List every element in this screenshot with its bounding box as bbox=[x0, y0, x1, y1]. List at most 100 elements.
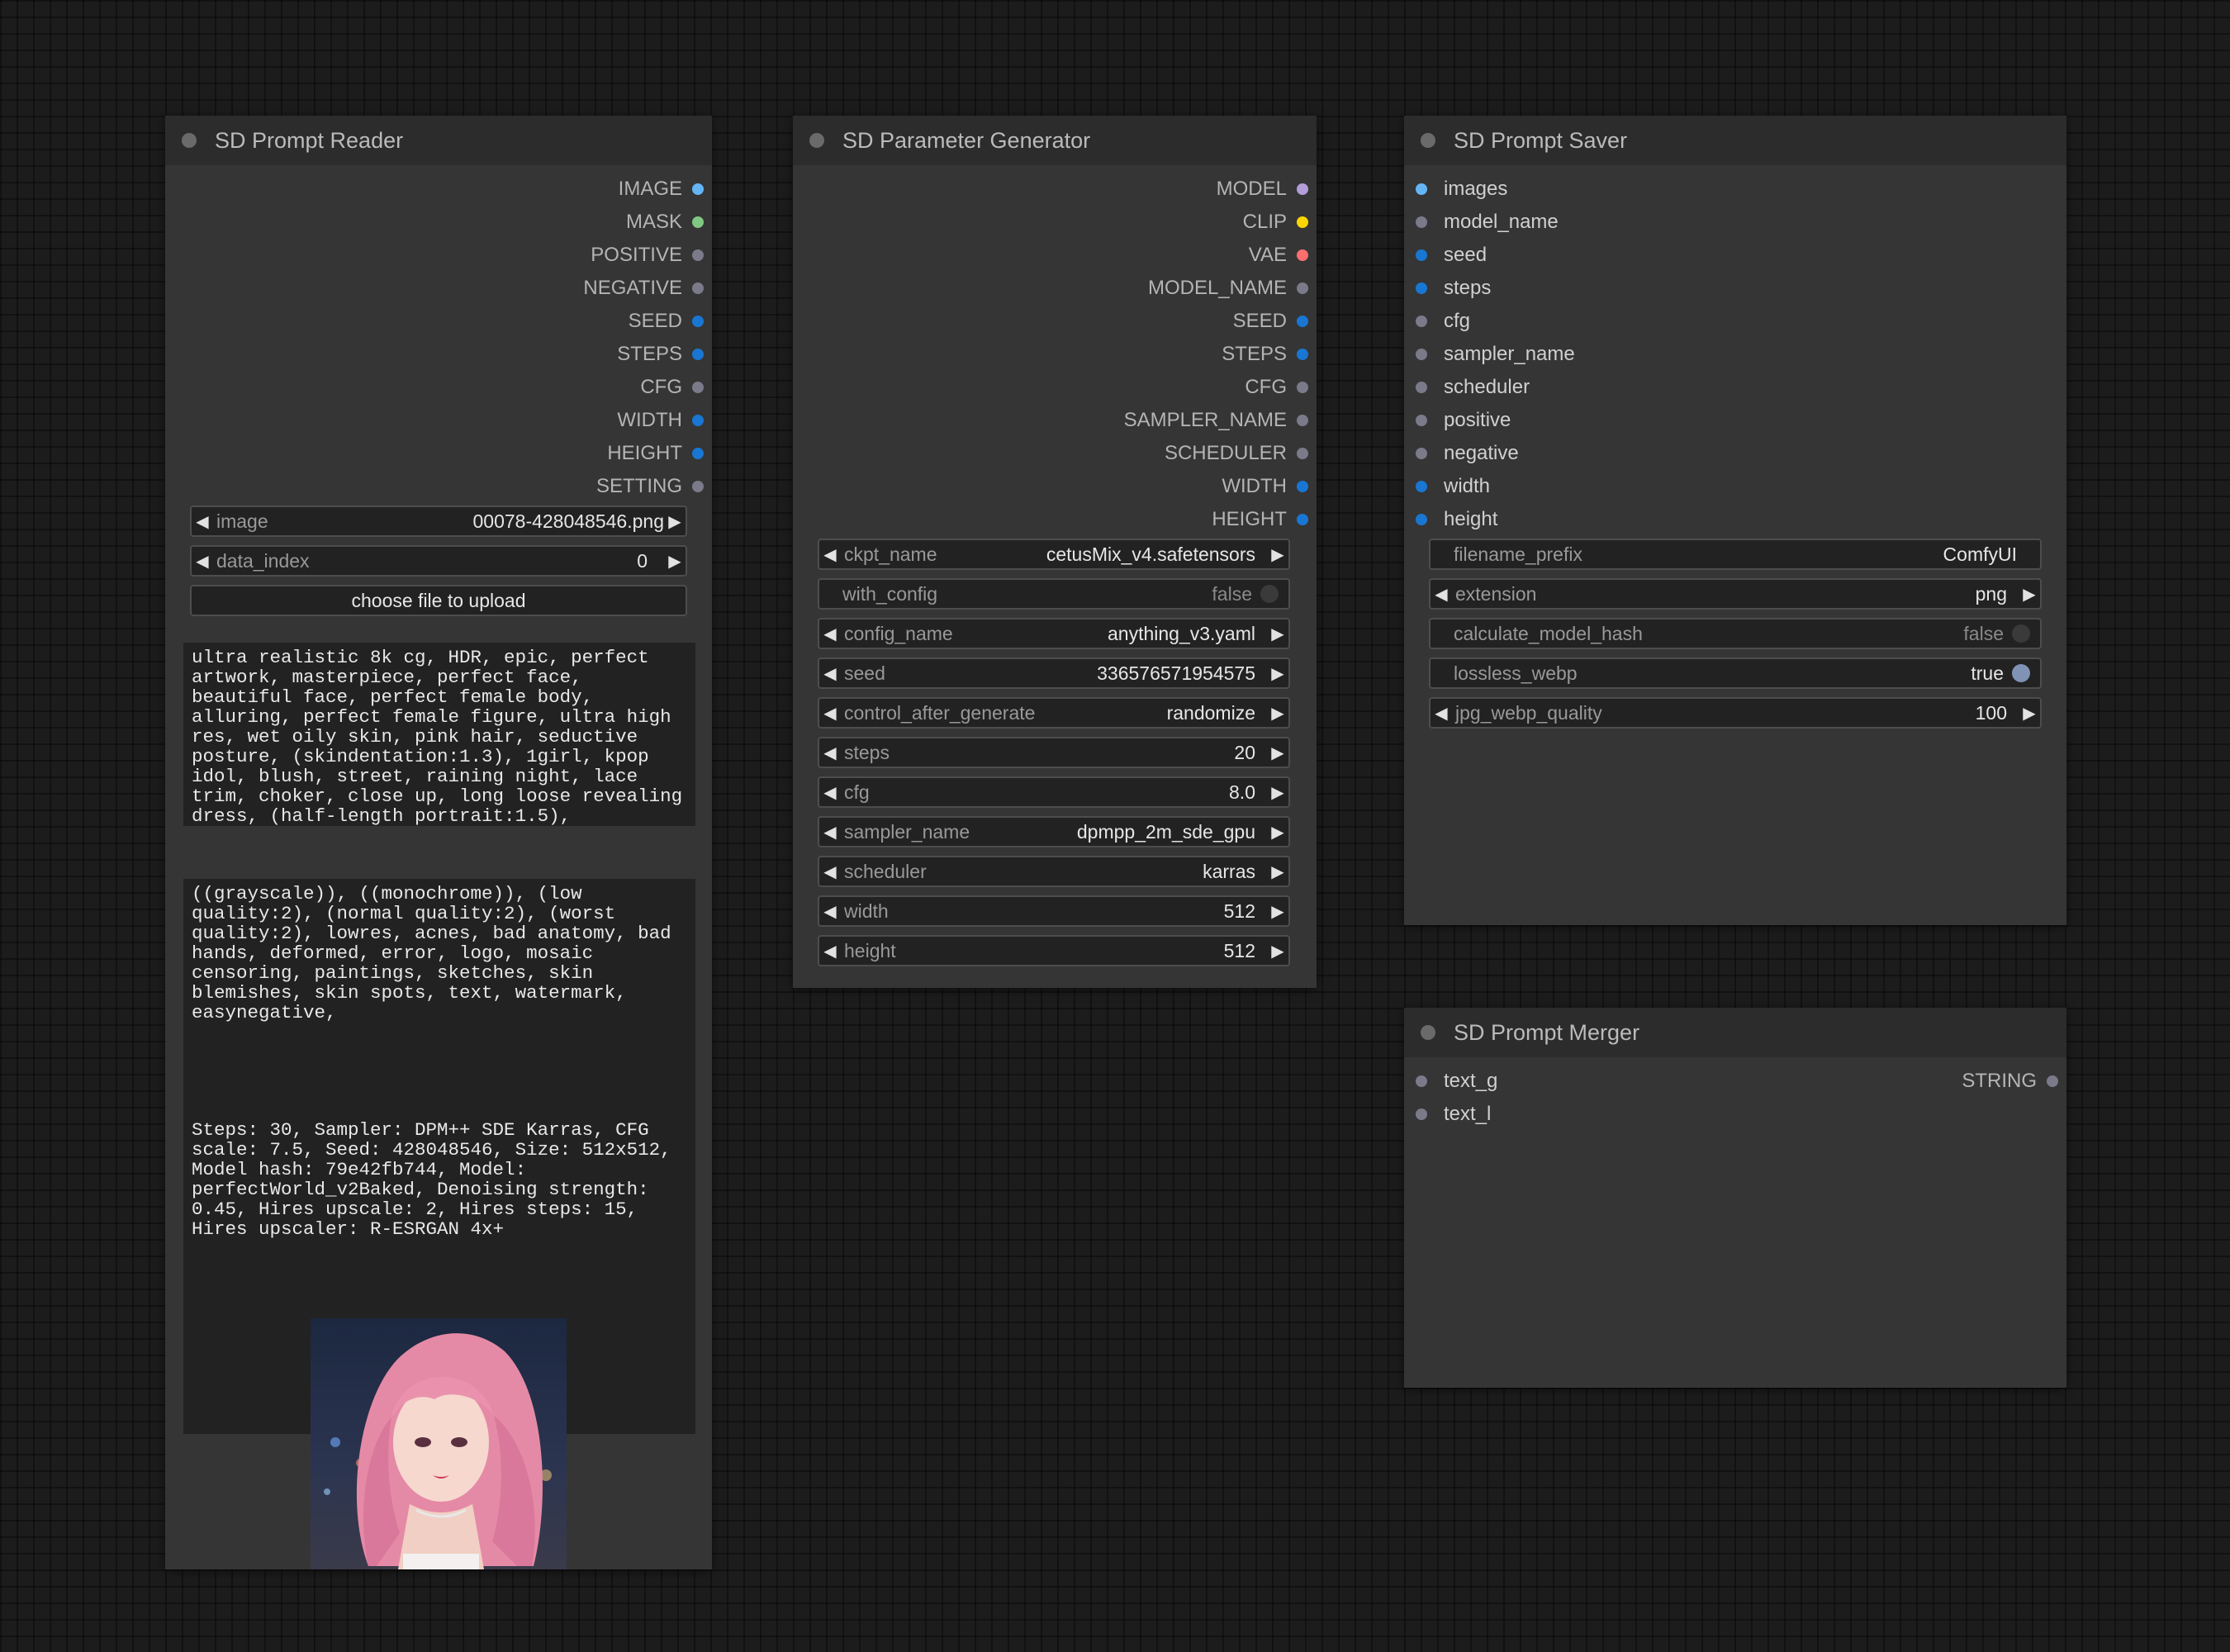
output-dot-icon[interactable] bbox=[2047, 1075, 2058, 1087]
output-dot-icon[interactable] bbox=[692, 216, 704, 228]
input-slot-height[interactable]: height bbox=[1416, 507, 1497, 532]
arrow-right-icon[interactable]: ▶ bbox=[1267, 663, 1288, 684]
output-dot-icon[interactable] bbox=[692, 382, 704, 393]
output-dot-icon[interactable] bbox=[692, 415, 704, 426]
arrow-right-icon[interactable]: ▶ bbox=[1267, 544, 1288, 565]
data-index-stepper[interactable]: ◀ data_index 0 ▶ bbox=[190, 545, 687, 577]
arrow-right-icon[interactable]: ▶ bbox=[664, 511, 686, 532]
output-slot-image[interactable]: IMAGE bbox=[619, 177, 704, 202]
output-dot-icon[interactable] bbox=[692, 316, 704, 327]
input-slot-cfg[interactable]: cfg bbox=[1416, 309, 1470, 334]
output-slot-setting[interactable]: SETTING bbox=[596, 474, 704, 499]
input-slot-sampler-name[interactable]: sampler_name bbox=[1416, 342, 1575, 367]
output-slot-width[interactable]: WIDTH bbox=[617, 408, 704, 433]
input-dot-icon[interactable] bbox=[1416, 249, 1427, 261]
output-dot-icon[interactable] bbox=[1297, 415, 1308, 426]
lossless-webp-widget[interactable]: lossless_webp true bbox=[1429, 657, 2042, 689]
steps-widget[interactable]: ◀ steps 20 ▶ bbox=[818, 737, 1290, 768]
input-slot-steps[interactable]: steps bbox=[1416, 276, 1491, 301]
output-dot-icon[interactable] bbox=[1297, 316, 1308, 327]
input-dot-icon[interactable] bbox=[1416, 382, 1427, 393]
arrow-left-icon[interactable]: ◀ bbox=[819, 862, 841, 882]
output-slot-negative[interactable]: NEGATIVE bbox=[583, 276, 704, 301]
input-dot-icon[interactable] bbox=[1416, 183, 1427, 195]
input-slot-model-name[interactable]: model_name bbox=[1416, 210, 1559, 235]
input-dot-icon[interactable] bbox=[1416, 1075, 1427, 1087]
input-dot-icon[interactable] bbox=[1416, 316, 1427, 327]
output-slot-seed[interactable]: SEED bbox=[1233, 309, 1308, 334]
input-dot-icon[interactable] bbox=[1416, 216, 1427, 228]
output-slot-scheduler[interactable]: SCHEDULER bbox=[1165, 441, 1308, 466]
input-dot-icon[interactable] bbox=[1416, 349, 1427, 360]
input-slot-seed[interactable]: seed bbox=[1416, 243, 1487, 268]
collapse-dot-icon[interactable] bbox=[1421, 1025, 1435, 1040]
arrow-left-icon[interactable]: ◀ bbox=[1431, 703, 1452, 724]
output-slot-height[interactable]: HEIGHT bbox=[607, 441, 704, 466]
upload-button[interactable]: choose file to upload bbox=[190, 585, 687, 616]
input-slot-negative[interactable]: negative bbox=[1416, 441, 1519, 466]
input-slot-width[interactable]: width bbox=[1416, 474, 1490, 499]
output-dot-icon[interactable] bbox=[1297, 249, 1308, 261]
sd-prompt-reader-node[interactable]: SD Prompt Reader IMAGE MASK POSITIVE NEGATI… bbox=[165, 116, 712, 1569]
input-slot-images[interactable]: images bbox=[1416, 177, 1507, 202]
height-widget[interactable]: ◀ height 512 ▶ bbox=[818, 935, 1290, 966]
scheduler-widget[interactable]: ◀ scheduler karras ▶ bbox=[818, 856, 1290, 887]
sd-parameter-generator-node[interactable]: SD Parameter Generator MODEL CLIP VAE MODEL… bbox=[793, 116, 1317, 988]
output-dot-icon[interactable] bbox=[1297, 282, 1308, 294]
output-dot-icon[interactable] bbox=[1297, 183, 1308, 195]
toggle-knob-icon[interactable] bbox=[1260, 585, 1279, 603]
arrow-left-icon[interactable]: ◀ bbox=[819, 901, 841, 922]
extension-widget[interactable]: ◀ extension png ▶ bbox=[1429, 578, 2042, 610]
input-slot-text-g[interactable]: text_g bbox=[1416, 1069, 1497, 1094]
output-slot-string[interactable]: STRING bbox=[1962, 1069, 2058, 1094]
arrow-right-icon[interactable]: ▶ bbox=[1267, 703, 1288, 724]
collapse-dot-icon[interactable] bbox=[809, 133, 824, 148]
arrow-right-icon[interactable]: ▶ bbox=[1267, 822, 1288, 843]
sd-prompt-merger-node[interactable]: SD Prompt Merger text_g text_l STRING bbox=[1404, 1008, 2066, 1388]
arrow-right-icon[interactable]: ▶ bbox=[2019, 703, 2040, 724]
arrow-right-icon[interactable]: ▶ bbox=[2019, 584, 2040, 605]
arrow-left-icon[interactable]: ◀ bbox=[819, 782, 841, 803]
output-slot-seed[interactable]: SEED bbox=[629, 309, 704, 334]
output-slot-steps[interactable]: STEPS bbox=[1222, 342, 1308, 367]
config-name-widget[interactable]: ◀ config_name anything_v3.yaml ▶ bbox=[818, 618, 1290, 649]
collapse-dot-icon[interactable] bbox=[1421, 133, 1435, 148]
output-dot-icon[interactable] bbox=[1297, 382, 1308, 393]
positive-prompt-textarea[interactable]: ultra realistic 8k cg, HDR, epic, perfec… bbox=[183, 643, 695, 826]
calculate-model-hash-widget[interactable]: calculate_model_hash false bbox=[1429, 618, 2042, 649]
arrow-left-icon[interactable]: ◀ bbox=[192, 551, 213, 572]
arrow-left-icon[interactable]: ◀ bbox=[819, 941, 841, 961]
arrow-right-icon[interactable]: ▶ bbox=[1267, 782, 1288, 803]
output-dot-icon[interactable] bbox=[692, 249, 704, 261]
arrow-left-icon[interactable]: ◀ bbox=[819, 663, 841, 684]
output-dot-icon[interactable] bbox=[1297, 216, 1308, 228]
output-dot-icon[interactable] bbox=[692, 448, 704, 459]
output-slot-clip[interactable]: CLIP bbox=[1243, 210, 1308, 235]
output-dot-icon[interactable] bbox=[1297, 448, 1308, 459]
node-header[interactable]: SD Prompt Merger bbox=[1404, 1008, 2066, 1057]
sampler-name-widget[interactable]: ◀ sampler_name dpmpp_2m_sde_gpu ▶ bbox=[818, 816, 1290, 847]
output-slot-height[interactable]: HEIGHT bbox=[1212, 507, 1308, 532]
seed-widget[interactable]: ◀ seed 336576571954575 ▶ bbox=[818, 657, 1290, 689]
arrow-left-icon[interactable]: ◀ bbox=[819, 822, 841, 843]
arrow-left-icon[interactable]: ◀ bbox=[819, 544, 841, 565]
output-dot-icon[interactable] bbox=[692, 183, 704, 195]
output-slot-mask[interactable]: MASK bbox=[626, 210, 704, 235]
input-dot-icon[interactable] bbox=[1416, 481, 1427, 492]
arrow-left-icon[interactable]: ◀ bbox=[819, 624, 841, 644]
toggle-knob-icon[interactable] bbox=[2012, 664, 2030, 682]
input-slot-positive[interactable]: positive bbox=[1416, 408, 1511, 433]
output-dot-icon[interactable] bbox=[692, 481, 704, 492]
arrow-right-icon[interactable]: ▶ bbox=[1267, 901, 1288, 922]
input-slot-scheduler[interactable]: scheduler bbox=[1416, 375, 1530, 400]
output-dot-icon[interactable] bbox=[1297, 514, 1308, 525]
output-slot-model[interactable]: MODEL bbox=[1217, 177, 1308, 202]
node-header[interactable]: SD Prompt Saver bbox=[1404, 116, 2066, 165]
control-after-generate-widget[interactable]: ◀ control_after_generate randomize ▶ bbox=[818, 697, 1290, 729]
node-header[interactable]: SD Parameter Generator bbox=[793, 116, 1317, 165]
output-slot-positive[interactable]: POSITIVE bbox=[591, 243, 704, 268]
arrow-left-icon[interactable]: ◀ bbox=[1431, 584, 1452, 605]
image-selector[interactable]: ◀ image 00078-428048546.png ▶ bbox=[190, 506, 687, 537]
ckpt-name-widget[interactable]: ◀ ckpt_name cetusMix_v4.safetensors ▶ bbox=[818, 539, 1290, 570]
input-dot-icon[interactable] bbox=[1416, 415, 1427, 426]
